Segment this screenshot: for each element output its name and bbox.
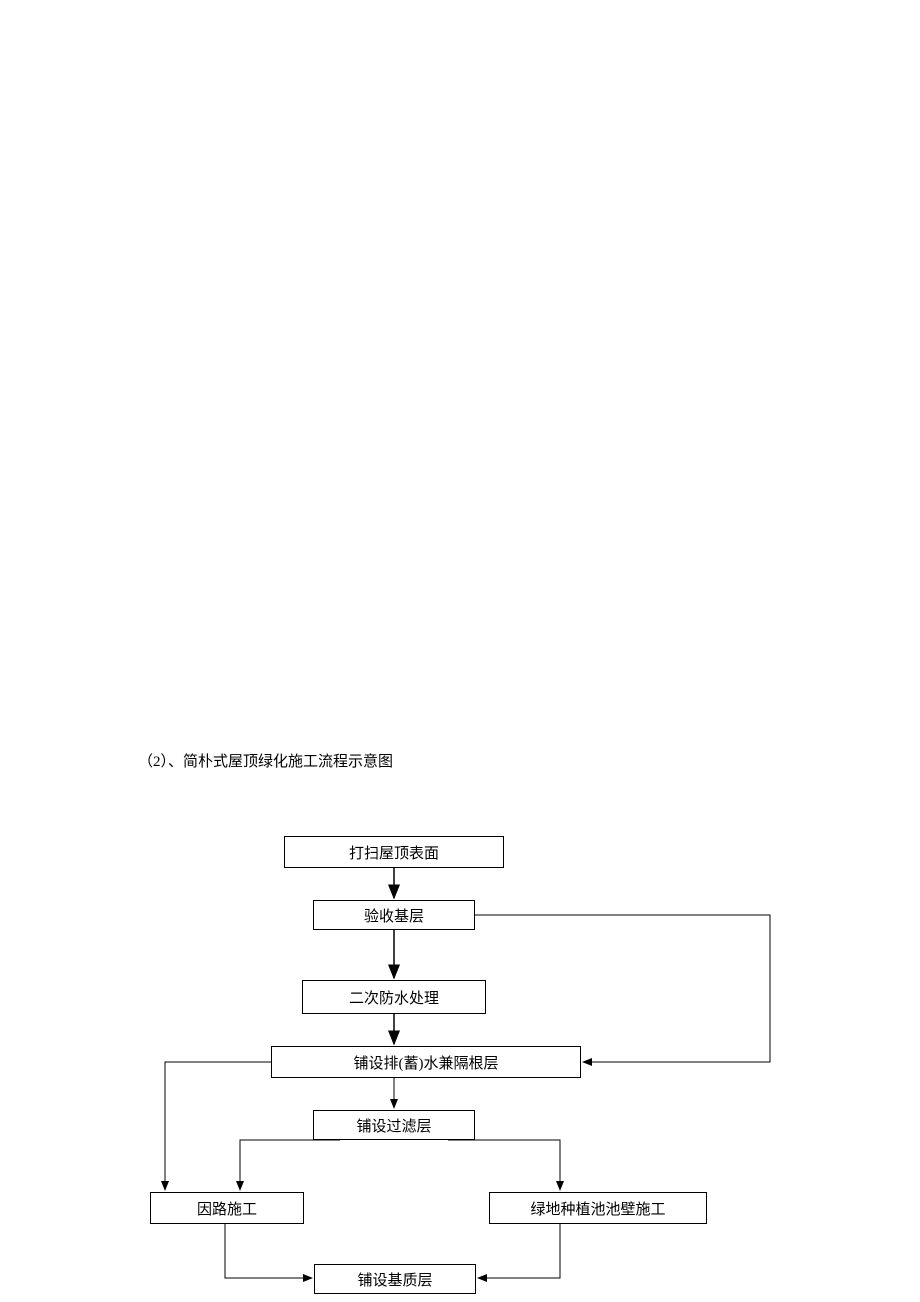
- flowchart-node-n8: 铺设基质层: [314, 1264, 476, 1294]
- node-label: 因路施工: [197, 1198, 257, 1219]
- flowchart-node-n5: 铺设过滤层: [313, 1110, 475, 1140]
- flowchart-connectors: [0, 0, 920, 1302]
- flowchart-node-n6: 因路施工: [150, 1192, 304, 1224]
- node-label: 打扫屋顶表面: [349, 842, 439, 863]
- flowchart-node-n3: 二次防水处理: [302, 980, 486, 1014]
- flowchart-node-n1: 打扫屋顶表面: [284, 836, 504, 868]
- flowchart-node-n4: 铺设排(蓄)水兼隔根层: [271, 1046, 581, 1078]
- node-label: 二次防水处理: [349, 987, 439, 1008]
- diagram-title: （2）、简朴式屋顶绿化施工流程示意图: [138, 750, 393, 771]
- node-label: 铺设过滤层: [356, 1115, 431, 1136]
- node-label: 铺设排(蓄)水兼隔根层: [354, 1052, 499, 1073]
- flowchart-node-n7: 绿地种植池池壁施工: [489, 1192, 707, 1224]
- flowchart-node-n2: 验收基层: [313, 900, 475, 930]
- node-label: 验收基层: [364, 905, 424, 926]
- node-label: 绿地种植池池壁施工: [530, 1198, 665, 1219]
- node-label: 铺设基质层: [357, 1269, 432, 1290]
